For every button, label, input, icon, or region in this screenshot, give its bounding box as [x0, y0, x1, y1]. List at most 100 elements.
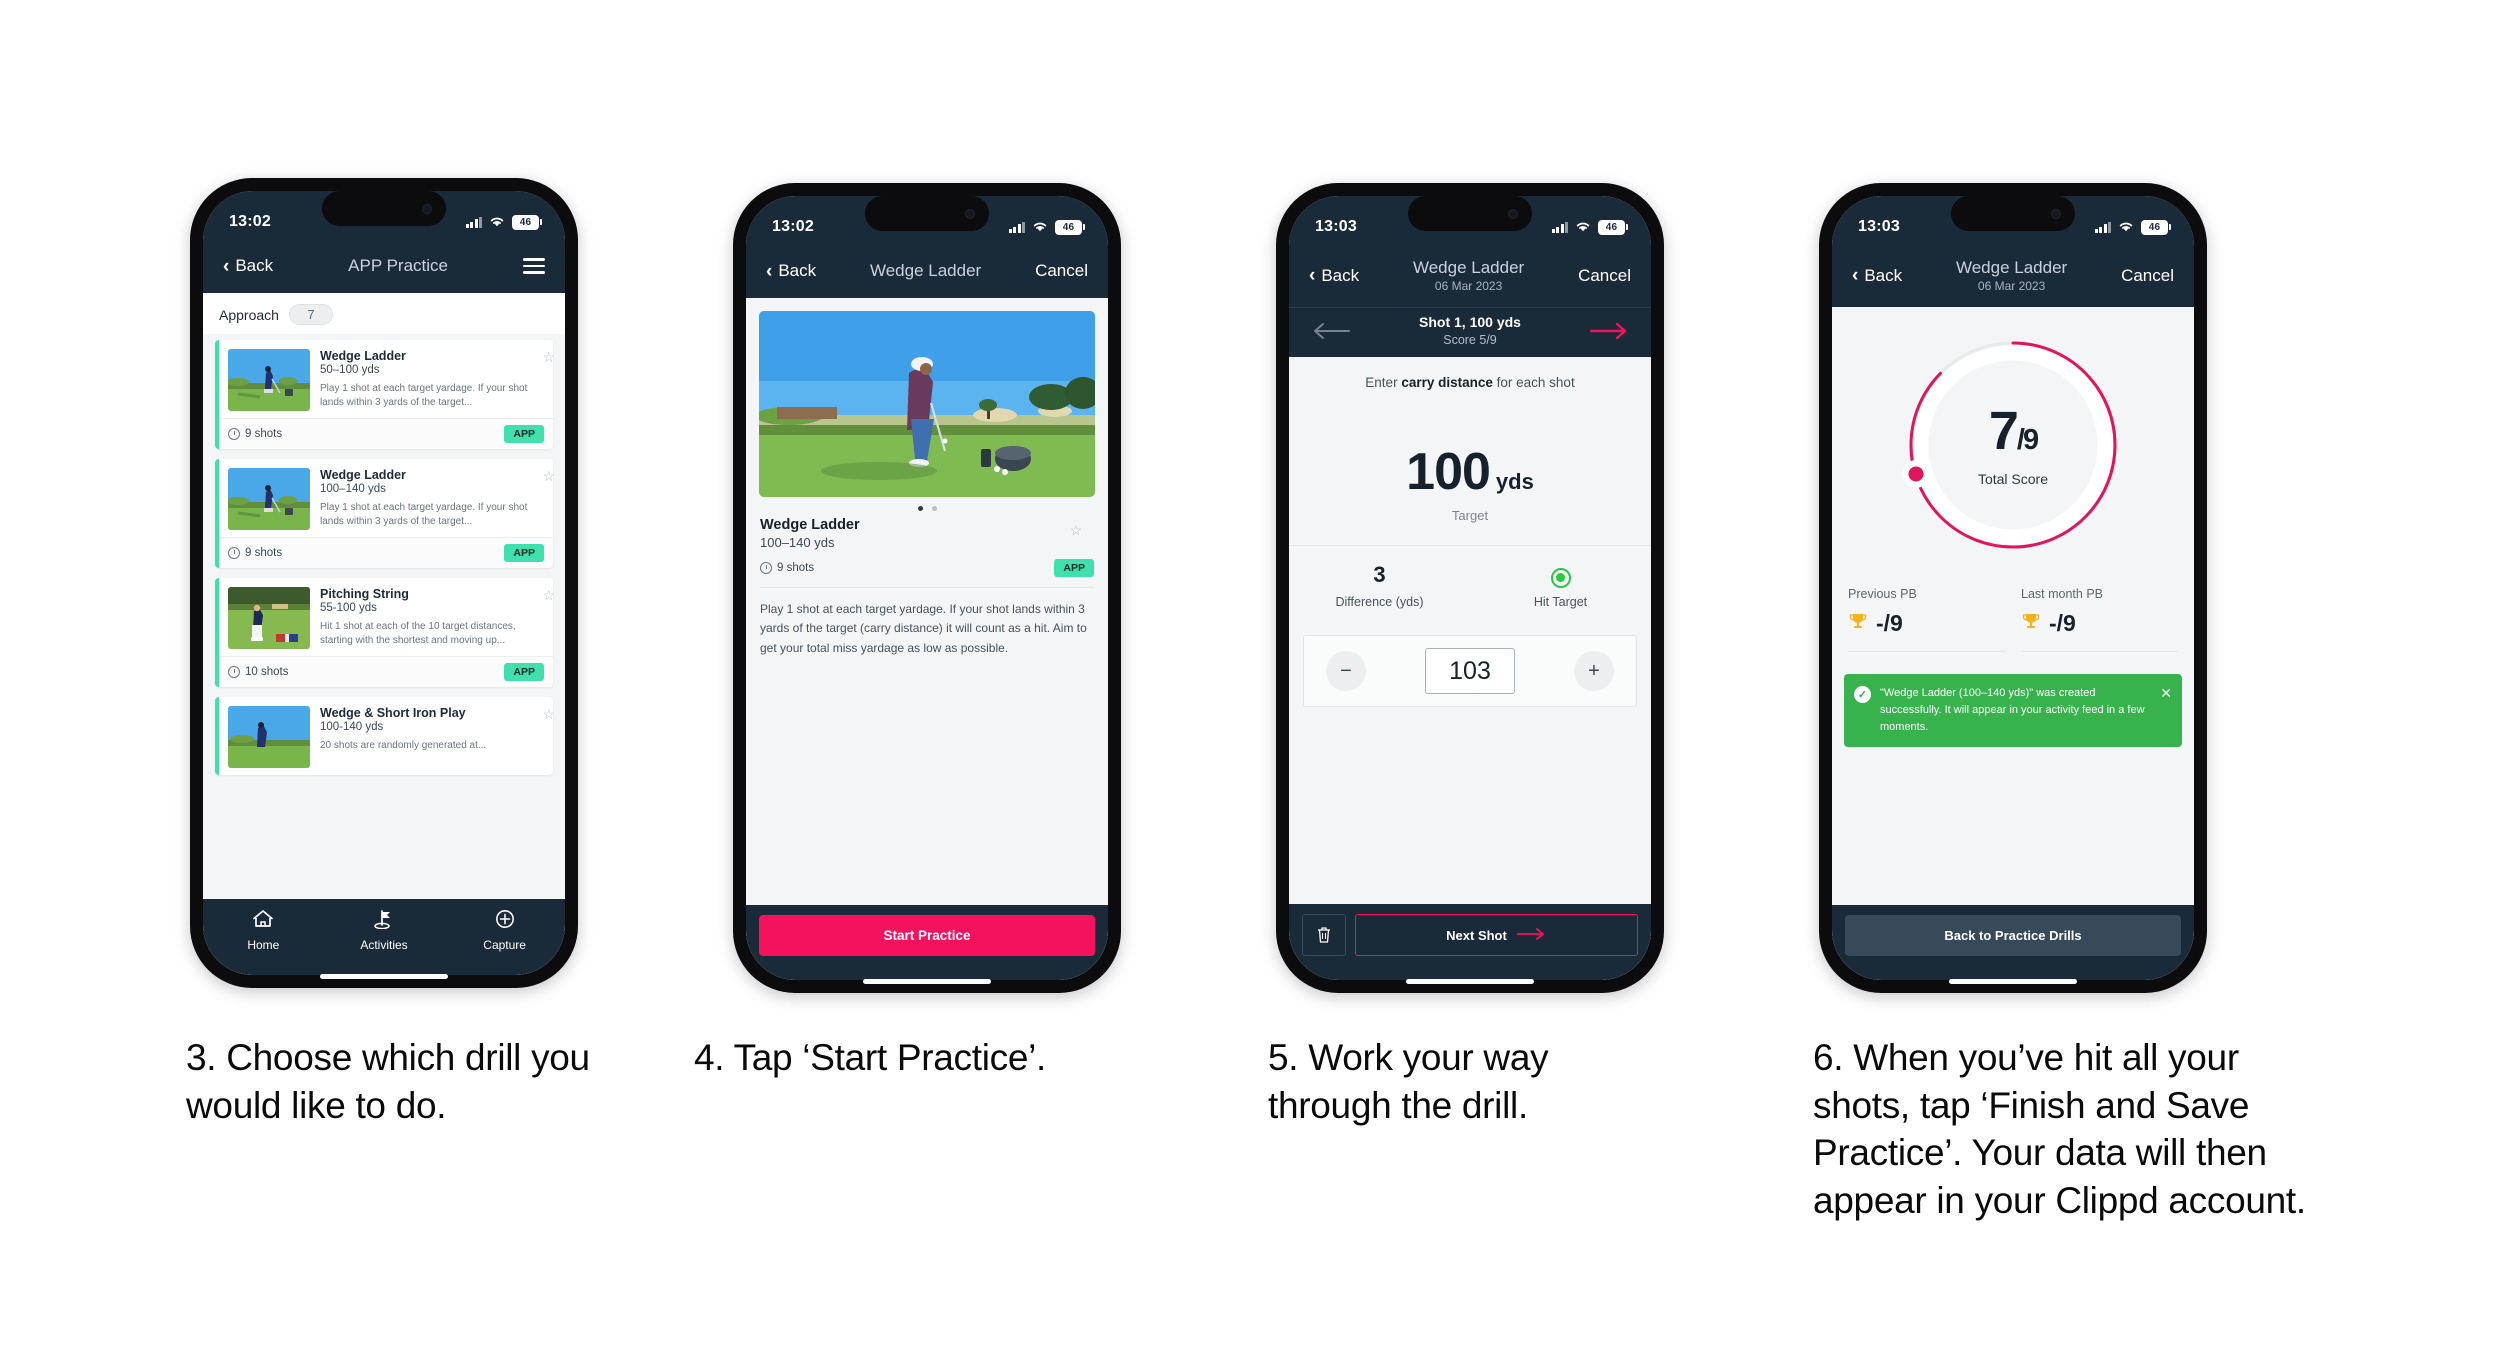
cellular-signal-icon — [1551, 221, 1568, 233]
cellular-signal-icon — [465, 216, 482, 228]
shot-count-label: 9 shots — [245, 428, 283, 440]
drill-yardage: 50–100 yds — [320, 364, 380, 376]
start-practice-button[interactable]: Start Practice — [759, 915, 1095, 956]
target-distance-display: 100 yds Target — [1289, 442, 1651, 523]
dynamic-island — [322, 191, 446, 226]
back-label: Back — [778, 261, 817, 280]
increment-button[interactable]: + — [1574, 651, 1614, 692]
drill-card[interactable]: Wedge Ladder 100–140 yds Play 1 shot at … — [215, 459, 555, 568]
carousel-dots[interactable] — [746, 497, 1108, 517]
target-value: 100 — [1406, 443, 1491, 502]
last-month-pb: Last month PB -/9 — [2021, 587, 2178, 653]
cancel-button[interactable]: Cancel — [2121, 266, 2174, 286]
personal-best-row: Previous PB -/9 Last month PB -/9 — [1832, 587, 2194, 653]
delete-shot-button[interactable] — [1302, 914, 1346, 956]
target-unit: yds — [1495, 469, 1534, 495]
shot-count-label: 10 shots — [245, 666, 289, 678]
golf-flag-icon — [373, 909, 395, 934]
page-title-date: 06 Mar 2023 — [1977, 278, 2046, 293]
section-name: Approach — [219, 306, 279, 323]
home-indicator — [863, 979, 991, 984]
favorite-star-icon[interactable]: ☆ — [1069, 522, 1082, 539]
tab-home[interactable]: Home — [217, 909, 309, 952]
drill-title: Wedge Ladder — [320, 468, 406, 482]
drill-card[interactable]: Wedge Ladder 50–100 yds Play 1 shot at e… — [215, 340, 555, 449]
bottom-tab-bar: Home Activities Capture — [203, 899, 565, 975]
close-icon[interactable]: ✕ — [2160, 685, 2172, 702]
score-denominator: /9 — [2016, 423, 2039, 456]
phone-1-frame: 13:02 46 ‹ Back APP Practice Approach 7 … — [190, 178, 578, 988]
shot-count: 9 shots — [228, 547, 282, 559]
summary-action-bar: Back to Practice Drills — [1832, 905, 2194, 980]
previous-pb-label: Previous PB — [1848, 587, 1917, 602]
cellular-signal-icon — [2094, 221, 2111, 233]
back-label: Back — [235, 256, 274, 275]
toast-message: "Wedge Ladder (100–140 yds)" was created… — [1880, 687, 2145, 733]
target-caption: Target — [1451, 508, 1489, 524]
cellular-signal-icon — [1008, 221, 1025, 233]
cancel-button[interactable]: Cancel — [1035, 261, 1088, 281]
tab-activities[interactable]: Activities — [338, 909, 430, 952]
home-indicator — [1949, 979, 2077, 984]
shot-entry-screen: Enter carry distance for each shot 100 yd… — [1289, 357, 1651, 980]
caption-step-5: 5. Work your way through the drill. — [1268, 1037, 1549, 1126]
next-shot-button[interactable]: Next Shot — [1355, 914, 1638, 956]
back-button[interactable]: ‹ Back — [766, 261, 816, 281]
entry-hint: Enter carry distance for each shot — [1289, 357, 1651, 390]
section-count-badge: 7 — [288, 304, 333, 325]
battery-indicator: 46 — [2141, 219, 2171, 235]
home-icon — [252, 909, 274, 934]
previous-shot-arrow-icon[interactable] — [1311, 322, 1351, 340]
next-shot-label: Next Shot — [1446, 927, 1507, 943]
wifi-icon — [1032, 221, 1048, 233]
favorite-star-icon[interactable]: ☆ — [542, 349, 555, 366]
shot-title: Shot 1, 100 yds — [1419, 314, 1521, 331]
decrement-button[interactable]: − — [1326, 651, 1366, 692]
shot-count: 9 shots — [228, 428, 282, 440]
status-time: 13:03 — [1858, 218, 1900, 235]
nav-bar: ‹ Back Wedge Ladder 06 Mar 2023 Cancel — [1289, 252, 1651, 308]
phone-3-frame: 13:03 46 ‹ Back Wedge Ladder 06 Mar 2023 — [1276, 183, 1664, 993]
previous-pb-value: -/9 — [1876, 610, 1903, 637]
drill-description: Hit 1 shot at each of the 10 target dist… — [320, 621, 516, 647]
hit-target-stat: Hit Target — [1470, 562, 1651, 609]
drill-thumbnail — [228, 587, 310, 649]
dynamic-island — [1951, 196, 2075, 231]
battery-indicator: 46 — [1598, 219, 1628, 235]
back-to-practice-drills-button[interactable]: Back to Practice Drills — [1845, 915, 2181, 956]
drill-hero-image — [759, 311, 1095, 497]
drill-card[interactable]: Pitching String 55-100 yds Hit 1 shot at… — [215, 578, 555, 687]
favorite-star-icon[interactable]: ☆ — [542, 706, 555, 723]
favorite-star-icon[interactable]: ☆ — [542, 587, 555, 604]
difference-label: Difference (yds) — [1335, 595, 1424, 610]
favorite-star-icon[interactable]: ☆ — [542, 468, 555, 485]
category-tag: APP — [504, 544, 544, 562]
back-button[interactable]: ‹ Back — [223, 256, 273, 276]
drill-title: Wedge Ladder — [320, 349, 406, 363]
detail-description: Play 1 shot at each target yardage. If y… — [760, 602, 1087, 655]
drill-detail-screen: Wedge Ladder 100–140 yds 9 shots APP Pla… — [746, 298, 1108, 980]
clock-icon — [228, 547, 240, 559]
category-tag: APP — [1054, 559, 1094, 577]
drill-card[interactable]: Wedge & Short Iron Play 100-140 yds 20 s… — [215, 697, 555, 775]
shot-navigation-bar: Shot 1, 100 yds Score 5/9 — [1289, 307, 1651, 358]
next-shot-arrow-icon[interactable] — [1589, 322, 1629, 340]
hamburger-menu-icon[interactable] — [523, 258, 545, 274]
drill-yardage: 100-140 yds — [320, 721, 384, 733]
phone-4-frame: 13:03 46 ‹ Back Wedge Ladder 06 Mar 2023 — [1819, 183, 2207, 993]
back-button[interactable]: ‹ Back — [1309, 266, 1359, 286]
back-button[interactable]: ‹ Back — [1852, 266, 1902, 286]
status-time: 13:03 — [1315, 218, 1357, 235]
shot-count-label: 9 shots — [777, 562, 815, 574]
carry-distance-input[interactable]: 103 — [1425, 648, 1515, 695]
tab-capture[interactable]: Capture — [459, 909, 551, 952]
success-toast: ✓ "Wedge Ladder (100–140 yds)" was creat… — [1844, 674, 2182, 747]
cancel-button[interactable]: Cancel — [1578, 266, 1631, 286]
page-title-main: Wedge Ladder — [1412, 258, 1525, 277]
nav-bar: ‹ Back Wedge Ladder Cancel — [746, 252, 1108, 298]
drill-description: 20 shots are randomly generated at... — [320, 740, 487, 751]
drill-yardage: 100–140 yds — [320, 483, 386, 495]
drill-card-list: Wedge Ladder 50–100 yds Play 1 shot at e… — [203, 334, 565, 775]
hint-emphasis: carry distance — [1401, 375, 1493, 391]
shot-stats-row: 3 Difference (yds) Hit Target — [1289, 545, 1651, 609]
